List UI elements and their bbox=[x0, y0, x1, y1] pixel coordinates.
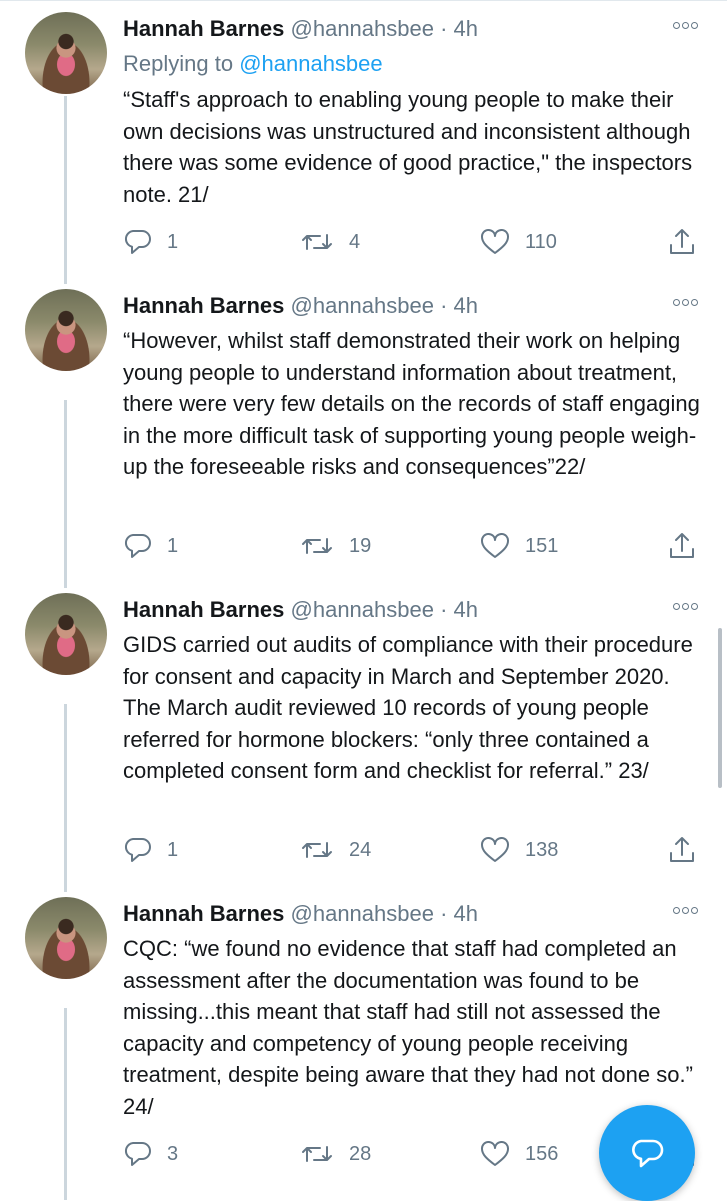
compose-reply-button[interactable] bbox=[599, 1105, 695, 1201]
tweet-header: Hannah Barnes @hannahsbee · 4h bbox=[123, 12, 478, 46]
retweet-icon bbox=[302, 234, 332, 250]
reply-button[interactable]: 1 bbox=[123, 830, 178, 870]
like-button[interactable]: 138 bbox=[479, 830, 558, 870]
retweet-count: 24 bbox=[349, 838, 372, 861]
timestamp[interactable]: 4h bbox=[454, 901, 478, 926]
retweet-icon bbox=[302, 1146, 332, 1162]
like-count: 138 bbox=[525, 838, 559, 861]
tweet-header: Hannah Barnes @hannahsbee · 4h bbox=[123, 289, 478, 323]
author-name[interactable]: Hannah Barnes bbox=[123, 293, 284, 318]
tweet[interactable]: Hannah Barnes @hannahsbee · 4h Replying … bbox=[0, 0, 727, 304]
timestamp[interactable]: 4h bbox=[454, 597, 478, 622]
retweet-count: 28 bbox=[349, 1142, 372, 1165]
separator-dot: · bbox=[440, 293, 448, 318]
share-icon bbox=[670, 837, 694, 862]
tweet-actions: 1 24 138 bbox=[123, 830, 703, 870]
heart-icon bbox=[481, 1141, 509, 1166]
heart-icon bbox=[481, 533, 509, 558]
separator-dot: · bbox=[440, 901, 448, 926]
tweet[interactable]: Hannah Barnes @hannahsbee · 4h “However,… bbox=[0, 277, 727, 581]
like-button[interactable]: 156 bbox=[479, 1134, 558, 1174]
separator-dot: · bbox=[440, 16, 448, 41]
tweet-actions: 1 19 151 bbox=[123, 526, 703, 566]
retweet-button[interactable]: 28 bbox=[299, 1134, 371, 1174]
tweet-header: Hannah Barnes @hannahsbee · 4h bbox=[123, 593, 478, 627]
tweet[interactable]: Hannah Barnes @hannahsbee · 4h GIDS carr… bbox=[0, 581, 727, 885]
share-button[interactable] bbox=[667, 526, 697, 566]
more-icon[interactable] bbox=[673, 603, 701, 615]
tweet-actions: 1 4 110 bbox=[123, 222, 703, 262]
author-handle[interactable]: @hannahsbee bbox=[291, 293, 434, 318]
tweet-header: Hannah Barnes @hannahsbee · 4h bbox=[123, 897, 478, 931]
reply-count: 1 bbox=[167, 534, 179, 557]
reply-icon bbox=[124, 534, 151, 558]
tweet-text: GIDS carried out audits of compliance wi… bbox=[123, 632, 693, 783]
share-icon bbox=[670, 229, 694, 254]
author-handle[interactable]: @hannahsbee bbox=[291, 901, 434, 926]
timestamp[interactable]: 4h bbox=[454, 16, 478, 41]
retweet-button[interactable]: 19 bbox=[299, 526, 371, 566]
retweet-icon bbox=[302, 538, 332, 554]
separator-dot: · bbox=[440, 597, 448, 622]
replying-to: Replying to @hannahsbee bbox=[123, 48, 383, 80]
reply-icon bbox=[124, 1142, 151, 1166]
replying-to-label: Replying to bbox=[123, 51, 240, 76]
timestamp[interactable]: 4h bbox=[454, 293, 478, 318]
like-count: 156 bbox=[525, 1142, 559, 1165]
avatar[interactable] bbox=[25, 289, 107, 371]
author-name[interactable]: Hannah Barnes bbox=[123, 597, 284, 622]
avatar[interactable] bbox=[25, 12, 107, 94]
avatar[interactable] bbox=[25, 593, 107, 675]
reply-count: 1 bbox=[167, 838, 179, 861]
like-count: 151 bbox=[525, 534, 559, 557]
retweet-icon bbox=[302, 842, 332, 858]
share-button[interactable] bbox=[667, 222, 697, 262]
retweet-button[interactable]: 4 bbox=[299, 222, 360, 262]
like-count: 110 bbox=[525, 230, 557, 253]
retweet-count: 19 bbox=[349, 534, 372, 557]
replying-to-handle[interactable]: @hannahsbee bbox=[239, 51, 382, 76]
reply-button[interactable]: 1 bbox=[123, 526, 178, 566]
share-button[interactable] bbox=[667, 830, 697, 870]
scrollbar[interactable] bbox=[718, 628, 722, 788]
reply-count: 3 bbox=[167, 1142, 179, 1165]
reply-button[interactable]: 1 bbox=[123, 222, 178, 262]
author-handle[interactable]: @hannahsbee bbox=[291, 597, 434, 622]
more-icon[interactable] bbox=[673, 22, 701, 34]
reply-button[interactable]: 3 bbox=[123, 1134, 178, 1174]
author-handle[interactable]: @hannahsbee bbox=[291, 16, 434, 41]
share-icon bbox=[670, 533, 694, 558]
like-button[interactable]: 151 bbox=[479, 526, 558, 566]
like-button[interactable]: 110 bbox=[479, 222, 557, 262]
tweet-text: CQC: “we found no evidence that staff ha… bbox=[123, 936, 693, 1119]
author-name[interactable]: Hannah Barnes bbox=[123, 901, 284, 926]
heart-icon bbox=[481, 229, 509, 254]
reply-icon bbox=[124, 838, 151, 862]
retweet-button[interactable]: 24 bbox=[299, 830, 371, 870]
heart-icon bbox=[481, 837, 509, 862]
retweet-count: 4 bbox=[349, 230, 361, 253]
compose-reply-icon bbox=[632, 1139, 664, 1168]
avatar[interactable] bbox=[25, 897, 107, 979]
more-icon[interactable] bbox=[673, 907, 701, 919]
author-name[interactable]: Hannah Barnes bbox=[123, 16, 284, 41]
more-icon[interactable] bbox=[673, 299, 701, 311]
reply-icon bbox=[124, 230, 151, 254]
tweet-text: “Staff's approach to enabling young peop… bbox=[123, 87, 693, 207]
reply-count: 1 bbox=[167, 230, 179, 253]
tweet-text: “However, whilst staff demonstrated thei… bbox=[123, 328, 700, 479]
